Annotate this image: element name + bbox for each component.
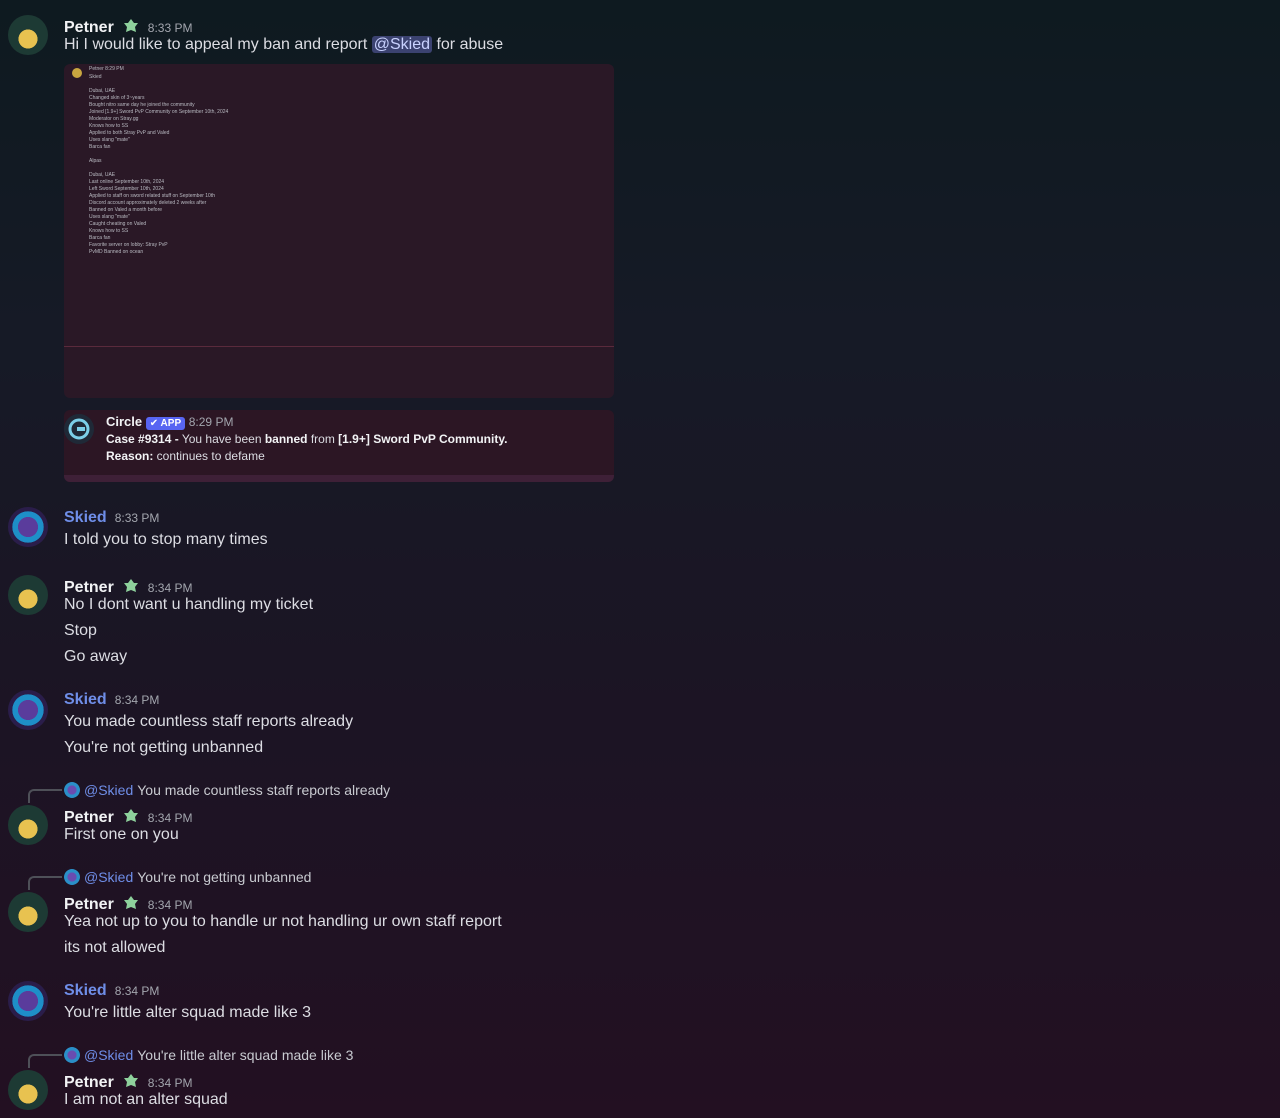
author-name[interactable]: Skied [64,982,107,1000]
image-attachment[interactable]: Petner 8:29 PM Skied Dubai, UAE Changed sk… [64,64,614,398]
author-name[interactable]: Petner [64,579,114,597]
reply-author[interactable]: @Skied [84,869,133,885]
avatar[interactable] [8,690,48,730]
message-text: Go away [64,648,128,665]
avatar [64,782,80,798]
message-text: Yea not up to you to handle ur not handl… [64,913,502,930]
avatar[interactable] [8,575,48,615]
author-name[interactable]: Skied [64,509,107,527]
author-name[interactable]: Petner [64,896,114,914]
reply-preview[interactable]: @Skied You're not getting unbanned [64,869,311,885]
timestamp: 8:29 PM [188,415,234,429]
message-text: First one on you [64,826,179,843]
avatar[interactable] [8,805,48,845]
reply-text: You made countless staff reports already [137,782,391,798]
author-name[interactable]: Petner [64,1074,114,1092]
message-text: Hi I would like to appeal my ban and rep… [64,36,504,53]
role-badge-icon [123,1074,138,1087]
attachment-line: Applied to staff on sword related stuff … [89,193,216,199]
message-text: its not allowed [64,939,166,956]
timestamp: 8:34 PM [147,811,193,825]
timestamp: 8:34 PM [147,1076,193,1090]
embed-reason-line: Reason: continues to defame [106,449,265,463]
timestamp: 8:34 PM [114,984,160,998]
attachment-line: Barca fan [89,235,111,241]
app-badge: ✔ APP [145,417,186,430]
attachment-line: Discord account approximately deleted 2 … [89,200,207,206]
attachment-line: Banned on Valed a month before [89,207,163,213]
avatar[interactable] [8,1070,48,1110]
role-badge-icon [123,579,138,592]
avatar[interactable] [8,507,48,547]
message-text: No I dont want u handling my ticket [64,596,314,613]
attachment-line: Knows how to SS [89,123,129,129]
message-text: I told you to stop many times [64,531,268,548]
attachment-line: PvMD Banned on ocean [89,249,144,255]
avatar [64,869,80,885]
author-name[interactable]: Petner [64,19,114,37]
user-mention[interactable]: @Skied [371,36,432,53]
avatar [64,1047,80,1063]
timestamp: 8:34 PM [147,898,193,912]
message-text: You're not getting unbanned [64,739,264,756]
timestamp: 8:33 PM [147,21,193,35]
avatar[interactable] [8,981,48,1021]
attachment-line: Barca fan [89,144,111,150]
reply-spine [28,1054,62,1068]
reply-preview[interactable]: @Skied You made countless staff reports … [64,782,390,798]
attachment-line: Last online September 10th, 2024 [89,179,165,185]
reply-preview[interactable]: @Skied You're little alter squad made li… [64,1047,353,1063]
timestamp: 8:34 PM [147,581,193,595]
reply-text: You're little alter squad made like 3 [137,1047,354,1063]
bot-name[interactable]: Circle [106,414,142,429]
attachment-line: Changed skin of 3~years [89,95,145,101]
attachment-line: Dubai, UAE [89,172,116,178]
embed-header: Circle ✔ APP 8:29 PM [106,414,233,430]
circle-bot-icon[interactable] [64,414,94,444]
author-name[interactable]: Petner [64,809,114,827]
attachment-line: Uses slang "mate" [89,137,130,143]
author-name[interactable]: Skied [64,691,107,709]
divider [64,346,614,347]
attachment-line: Bought nitro same day he joined the comm… [89,102,195,108]
avatar[interactable] [8,892,48,932]
message-text: Stop [64,622,97,639]
timestamp: 8:34 PM [114,693,160,707]
role-badge-icon [123,809,138,822]
reply-author[interactable]: @Skied [84,1047,133,1063]
role-badge-icon [123,896,138,909]
attachment-line: Dubai, UAE [89,88,116,94]
attachment-line: Caught cheating on Valed [89,221,147,227]
attachment-line: Applied to both Stray PvP and Valed [89,130,170,136]
attachment-line: Joined [1.9+] Sword PvP Community on Sep… [89,109,229,115]
embed-case-line: Case #9314 - You have been banned from [… [106,432,508,446]
reply-spine [28,789,62,803]
message-text: You made countless staff reports already [64,713,354,730]
message-text: You're little alter squad made like 3 [64,1004,312,1021]
message-text: I am not an alter squad [64,1091,228,1108]
attachment-line: Knows how to SS [89,228,129,234]
avatar[interactable] [8,15,48,55]
reply-spine [28,876,62,890]
avatar [72,68,82,78]
attachment-line: Skied [89,74,102,80]
attachment-line: Uses slang "mate" [89,214,130,220]
reply-text: You're not getting unbanned [137,869,312,885]
role-badge-icon [123,19,138,32]
reply-author[interactable]: @Skied [84,782,133,798]
attachment-header: Petner 8:29 PM [89,66,124,72]
timestamp: 8:33 PM [114,511,160,525]
attachment-line: Favorite server on lobby: Stray PvP [89,242,168,248]
attachment-line: Moderator on Stray.gg [89,116,139,122]
attachment-line: Left Sword September 10th, 2024 [89,186,164,192]
attachment-line: Alpas [89,158,102,164]
